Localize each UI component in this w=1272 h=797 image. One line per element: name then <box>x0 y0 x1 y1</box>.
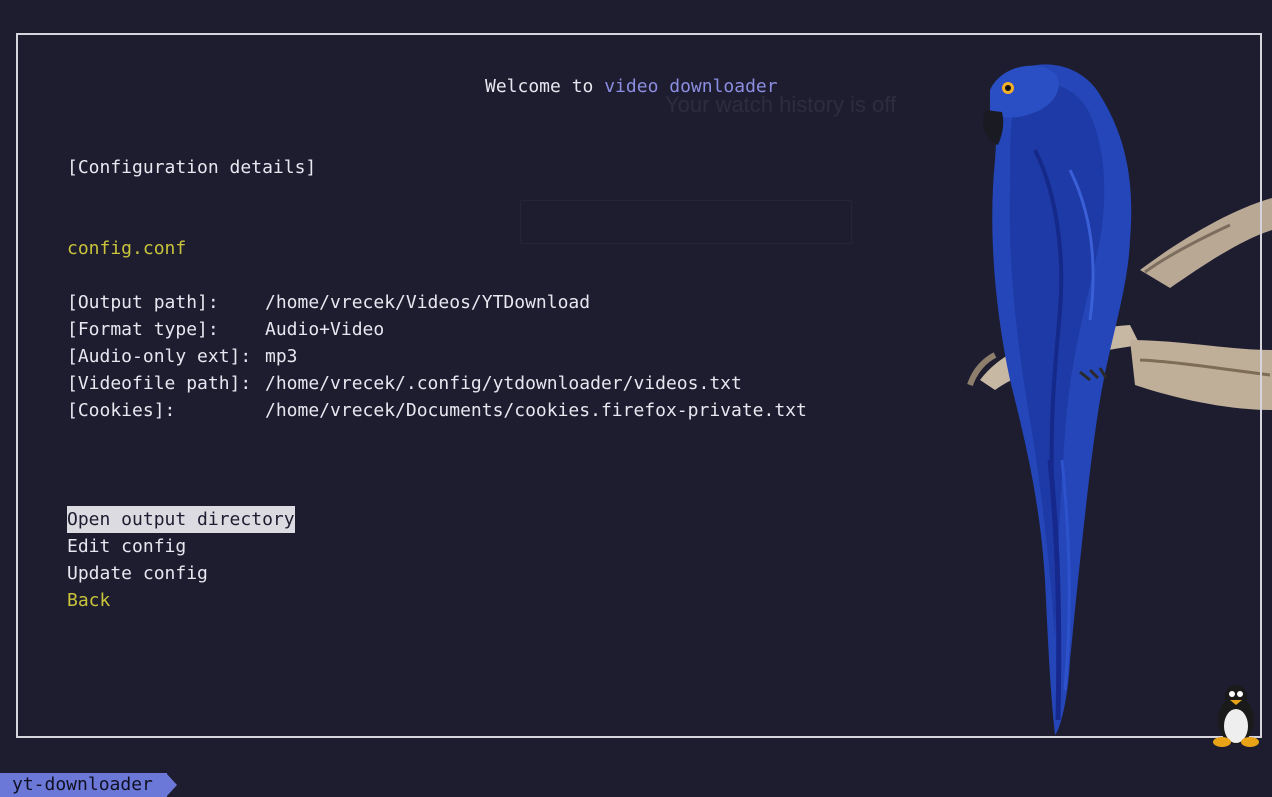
tux-penguin-icon <box>1213 685 1259 747</box>
welcome-heading: Welcome to video downloader <box>485 73 778 100</box>
config-label-cookies: [Cookies]: <box>67 400 176 421</box>
config-label-audio-ext: [Audio-only ext]: <box>67 346 252 367</box>
menu-update-config[interactable]: Update config <box>67 560 208 587</box>
welcome-prefix: Welcome to <box>485 76 605 97</box>
config-label-videofile-path: [Videofile path]: <box>67 373 252 394</box>
config-label-format-type: [Format type]: <box>67 319 219 340</box>
status-arrow-icon <box>166 773 177 797</box>
config-value-output-path: /home/vrecek/Videos/YTDownload <box>265 292 591 313</box>
config-value-videofile-path: /home/vrecek/.config/ytdownloader/videos… <box>265 373 742 394</box>
app-name: video downloader <box>604 76 778 97</box>
menu-edit-config[interactable]: Edit config <box>67 533 186 560</box>
config-value-cookies: /home/vrecek/Documents/cookies.firefox-p… <box>265 400 807 421</box>
section-title: [Configuration details] <box>67 157 317 178</box>
config-label-output-path: [Output path]: <box>67 292 219 313</box>
status-session-tab[interactable]: yt-downloader <box>0 773 167 797</box>
menu-open-output-directory[interactable]: Open output directory <box>67 506 295 533</box>
config-value-format-type: Audio+Video <box>265 319 385 340</box>
menu-back[interactable]: Back <box>67 587 110 614</box>
config-value-audio-ext: mp3 <box>265 346 298 367</box>
config-filename: config.conf <box>67 238 187 259</box>
